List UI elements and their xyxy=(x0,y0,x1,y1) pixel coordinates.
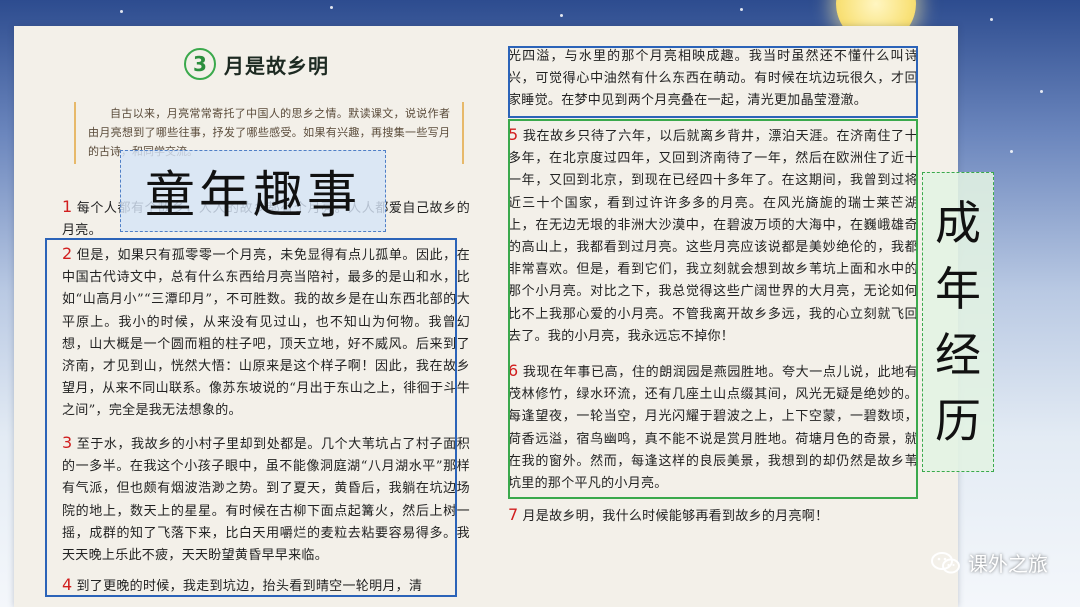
paragraph-number: 6 xyxy=(508,361,519,380)
lesson-title: 月是故乡明 xyxy=(224,53,329,78)
paragraph-text: 我在故乡只待了六年，以后就离乡背井，漂泊天涯。在济南住了十多年，在北京度过四年，… xyxy=(508,129,918,344)
adulthood-label: 成 年 经 历 xyxy=(922,172,994,472)
paragraph-text: 月是故乡明，我什么时候能够再看到故乡的月亮啊！ xyxy=(522,509,829,524)
paragraph-number: 3 xyxy=(62,433,73,452)
paragraph-2: 2 但是，如果只有孤零零一个月亮，未免显得有点儿孤单。因此，在中国古代诗文中，总有… xyxy=(62,243,470,423)
star xyxy=(560,14,563,17)
paragraph-7: 7 月是故乡明，我什么时候能够再看到故乡的月亮啊！ xyxy=(508,504,918,528)
childhood-label: 童年趣事 xyxy=(120,150,386,232)
star xyxy=(990,18,993,21)
paragraph-text: 我现在年事已高，住的朗润园是燕园胜地。夸大一点儿说，此地有茂林修竹，绿水环流，还… xyxy=(508,365,918,492)
watermark: 课外之旅 xyxy=(930,548,1048,577)
left-column: 3 月是故乡明 自古以来，月亮常常寄托了中国人的思乡之情。默读课文，说说作者由月… xyxy=(14,26,490,607)
star xyxy=(1010,150,1013,153)
paragraph-number: 5 xyxy=(508,125,519,144)
paragraph-4: 4 到了更晚的时候，我走到坑边，抬头看到晴空一轮明月，清 xyxy=(62,574,470,598)
adulthood-label-char: 成 xyxy=(935,196,981,250)
paragraph-number: 4 xyxy=(62,575,73,594)
lesson-header: 3 月是故乡明 xyxy=(184,48,329,80)
paragraph-5: 5 我在故乡只待了六年，以后就离乡背井，漂泊天涯。在济南住了十多年，在北京度过四年… xyxy=(508,124,918,348)
wechat-icon xyxy=(931,551,960,573)
adulthood-label-char: 历 xyxy=(935,394,981,448)
paragraph-number: 7 xyxy=(508,505,519,524)
adulthood-label-char: 年 xyxy=(935,262,981,316)
paragraph-3: 3 至于水，我故乡的小村子里却到处都是。几个大苇坑占了村子面积的一多半。在我这个小… xyxy=(62,432,470,567)
star xyxy=(120,10,123,13)
textbook-page: 3 月是故乡明 自古以来，月亮常常寄托了中国人的思乡之情。默读课文，说说作者由月… xyxy=(14,26,958,607)
star xyxy=(1040,90,1043,93)
paragraph-text: 但是，如果只有孤零零一个月亮，未免显得有点儿孤单。因此，在中国古代诗文中，总有什… xyxy=(62,248,470,419)
paragraph-4-continued: 光四溢，与水里的那个月亮相映成趣。我当时虽然还不懂什么叫诗兴，可觉得心中油然有什… xyxy=(508,49,918,109)
lesson-number: 3 xyxy=(184,48,216,80)
paragraph-text: 至于水，我故乡的小村子里却到处都是。几个大苇坑占了村子面积的一多半。在我这个小孩… xyxy=(62,437,470,564)
paragraph-6: 6 我现在年事已高，住的朗润园是燕园胜地。夸大一点儿说，此地有茂林修竹，绿水环流，… xyxy=(508,360,918,495)
star xyxy=(330,6,333,9)
star xyxy=(740,8,743,11)
adulthood-label-char: 经 xyxy=(935,328,981,382)
paragraph-number: 1 xyxy=(62,197,73,216)
right-column: 光四溢，与水里的那个月亮相映成趣。我当时虽然还不懂什么叫诗兴，可觉得心中油然有什… xyxy=(508,26,958,607)
paragraph-number: 2 xyxy=(62,244,73,263)
paragraph-text: 到了更晚的时候，我走到坑边，抬头看到晴空一轮明月，清 xyxy=(76,579,423,594)
watermark-text: 课外之旅 xyxy=(968,552,1048,576)
